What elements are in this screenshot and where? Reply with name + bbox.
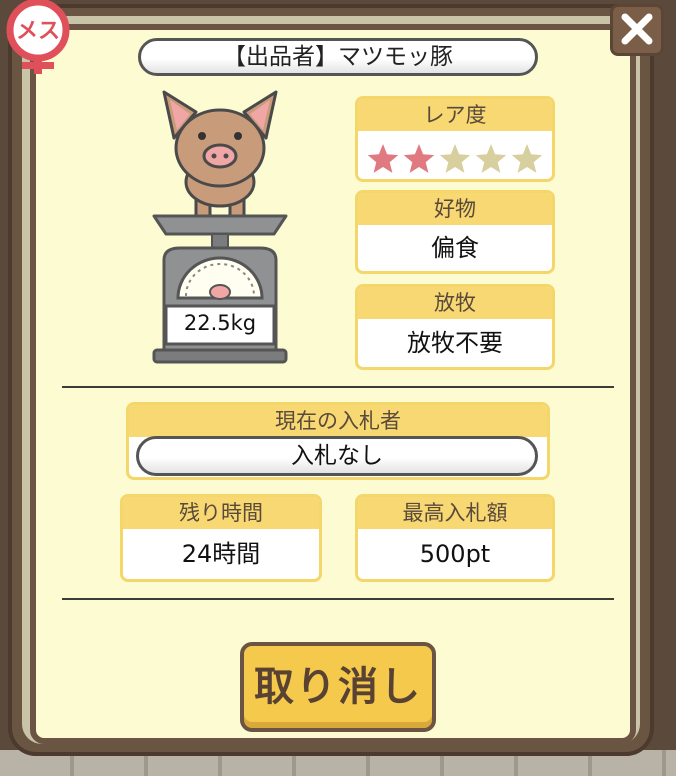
female-symbol-icon: メス — [6, 0, 70, 74]
star-filled-icon — [367, 144, 399, 173]
grazing-label: 放牧 — [358, 287, 552, 319]
gender-badge-text: メス — [16, 19, 60, 44]
favorite-value: 偏食 — [431, 234, 479, 262]
star-filled-icon — [403, 144, 435, 173]
time-left-value: 24時間 — [181, 540, 261, 568]
divider-top — [62, 386, 614, 388]
max-bid-box: 最高入札額 500pt — [355, 494, 555, 582]
grazing-box: 放牧 放牧不要 — [355, 284, 555, 370]
rarity-stars — [367, 144, 543, 173]
current-bidder-value: 入札なし — [136, 436, 538, 476]
favorite-box: 好物 偏食 — [355, 190, 555, 274]
favorite-label: 好物 — [358, 193, 552, 225]
grazing-value: 放牧不要 — [407, 329, 503, 357]
max-bid-label: 最高入札額 — [358, 497, 552, 529]
close-button[interactable] — [610, 4, 664, 56]
star-empty-icon — [475, 144, 507, 173]
divider-bottom — [62, 598, 614, 600]
close-icon — [621, 13, 653, 45]
rarity-label: レア度 — [358, 99, 552, 131]
pig-weight: 22.5kg — [183, 311, 257, 335]
seller-name: 【出品者】マツモッ豚 — [138, 38, 538, 76]
time-left-box: 残り時間 24時間 — [120, 494, 322, 582]
max-bid-value: 500pt — [419, 540, 491, 568]
cancel-button[interactable]: 取り消し — [240, 642, 436, 732]
time-left-label: 残り時間 — [123, 497, 319, 529]
star-empty-icon — [439, 144, 471, 173]
star-empty-icon — [511, 144, 543, 173]
current-bidder-label: 現在の入札者 — [129, 405, 547, 437]
